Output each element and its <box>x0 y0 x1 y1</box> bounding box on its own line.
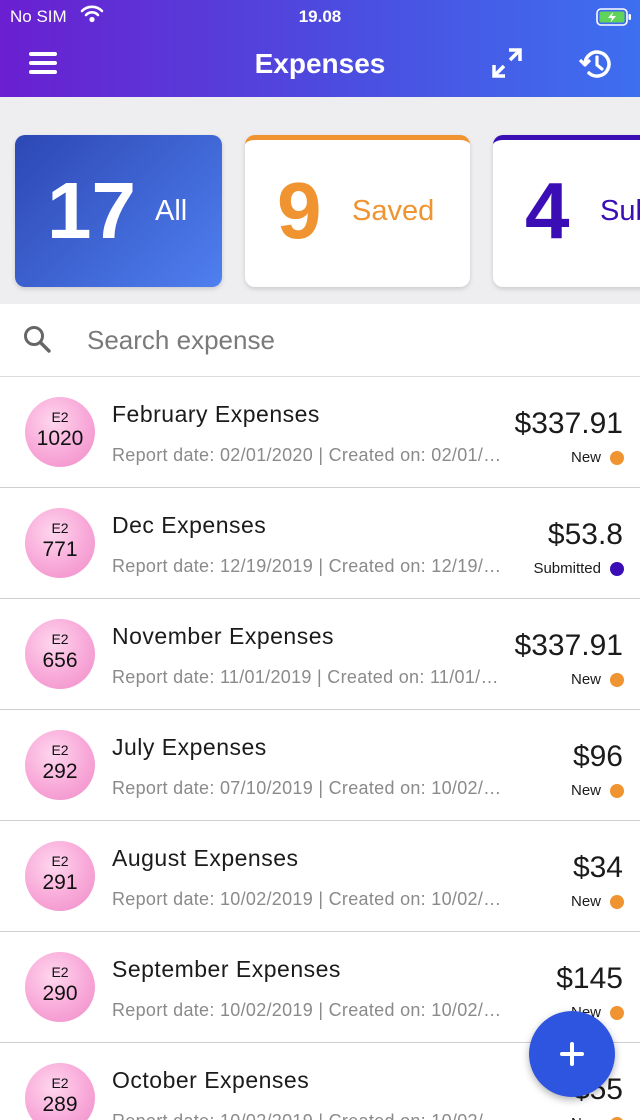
avatar-number: 291 <box>42 871 78 894</box>
expense-list: E2 1020 February Expenses Report date: 02/0… <box>0 377 640 1120</box>
search-bar <box>0 304 640 377</box>
expense-avatar: E2 292 <box>25 730 95 800</box>
expense-dates: Report date: 10/02/2019 | Created on: 10… <box>112 1000 504 1020</box>
expense-row[interactable]: E2 1020 February Expenses Report date: 02/0… <box>0 377 640 488</box>
page-title: Expenses <box>254 48 386 79</box>
plus-icon <box>560 1042 584 1066</box>
expense-dates: Report date: 07/10/2019 | Created on: 10… <box>112 778 504 798</box>
status-label: New <box>570 671 601 688</box>
expense-avatar: E2 771 <box>25 508 95 578</box>
expense-amount: $337.91 <box>514 629 623 662</box>
expense-avatar: E2 290 <box>25 952 95 1022</box>
avatar-number: 771 <box>42 538 78 561</box>
expense-dates: Report date: 12/19/2019 | Created on: 12… <box>112 556 504 576</box>
avatar-number: 292 <box>42 760 78 783</box>
expense-row[interactable]: E2 656 November Expenses Report date: 11/01… <box>0 599 640 710</box>
status-label: New <box>570 782 601 799</box>
expense-status: New <box>571 671 624 688</box>
search-icon <box>22 324 52 359</box>
avatar-number: 1020 <box>36 427 84 450</box>
status-label: New <box>571 1115 601 1120</box>
status-time: 19.08 <box>298 7 342 26</box>
expense-dates: Report date: 10/02/2019 | Created on: 10… <box>112 1111 504 1120</box>
card-label: All <box>155 195 188 227</box>
expense-row[interactable]: E2 771 Dec Expenses Report date: 12/19/2019… <box>0 488 640 599</box>
expense-status: New <box>571 449 624 466</box>
status-dot <box>610 450 624 465</box>
filter-card-submitted[interactable]: 4 Submitted <box>493 135 640 287</box>
add-expense-button[interactable] <box>529 1011 615 1097</box>
filter-card-saved[interactable]: 9 Saved <box>245 135 470 287</box>
status-label: New <box>570 893 601 910</box>
card-count: 9 <box>277 166 322 255</box>
expense-dates: Report date: 10/02/2019 | Created on: 10… <box>112 889 504 909</box>
avatar-number: 290 <box>42 982 78 1005</box>
filter-card-all[interactable]: 17 All <box>15 135 222 287</box>
search-input[interactable] <box>87 320 607 360</box>
expense-dates: Report date: 11/01/2019 | Created on: 11… <box>112 667 504 687</box>
expense-title: Dec Expenses <box>112 512 267 538</box>
card-label: Saved <box>352 195 435 227</box>
expense-title: November Expenses <box>112 623 334 649</box>
card-count: 17 <box>47 166 136 255</box>
card-count: 4 <box>525 166 570 255</box>
expense-amount: $53.8 <box>547 518 623 551</box>
status-dot <box>610 894 624 909</box>
avatar-prefix: E2 <box>51 742 69 758</box>
card-label: Submitted <box>600 195 640 227</box>
expense-status: New <box>571 1115 624 1120</box>
avatar-number: 656 <box>42 649 78 672</box>
expense-amount: $337.91 <box>514 407 623 440</box>
expense-status: Submitted <box>533 560 624 577</box>
avatar-prefix: E2 <box>51 409 69 425</box>
expense-row[interactable]: E2 291 August Expenses Report date: 10/02/2… <box>0 821 640 932</box>
avatar-prefix: E2 <box>51 853 69 869</box>
battery-icon <box>596 8 632 31</box>
app-header: No SIM 19.08 Expenses <box>0 0 640 97</box>
expense-amount: $96 <box>572 740 623 773</box>
avatar-number: 289 <box>42 1093 78 1116</box>
avatar-prefix: E2 <box>51 964 69 980</box>
expense-row[interactable]: E2 292 July Expenses Report date: 07/10/201… <box>0 710 640 821</box>
status-filter-cards: 17 All 9 Saved 4 Submitted <box>0 97 640 304</box>
status-dot <box>610 561 624 576</box>
avatar-prefix: E2 <box>51 631 69 647</box>
expense-avatar: E2 656 <box>25 619 95 689</box>
expense-amount: $145 <box>556 962 623 995</box>
history-icon[interactable] <box>578 46 612 80</box>
expense-avatar: E2 291 <box>25 841 95 911</box>
expense-status: New <box>571 893 624 910</box>
expense-title: September Expenses <box>112 956 341 982</box>
expense-title: August Expenses <box>112 845 299 871</box>
expense-avatar: E2 1020 <box>25 397 95 467</box>
status-dot <box>610 1116 624 1120</box>
status-label: Submitted <box>533 560 601 577</box>
status-dot <box>610 783 624 798</box>
status-label: New <box>570 449 601 466</box>
avatar-prefix: E2 <box>51 1075 69 1091</box>
expense-avatar: E2 289 <box>25 1063 95 1120</box>
status-bar: No SIM 19.08 <box>0 0 640 34</box>
expense-status: New <box>571 782 624 799</box>
expense-amount: $34 <box>572 851 623 884</box>
expand-icon[interactable] <box>490 46 524 80</box>
status-dot <box>610 672 624 687</box>
avatar-prefix: E2 <box>51 520 69 536</box>
expense-title: October Expenses <box>112 1067 310 1093</box>
expense-dates: Report date: 02/01/2020 | Created on: 02… <box>112 445 504 465</box>
status-dot <box>610 1005 624 1020</box>
expense-title: February Expenses <box>112 401 320 427</box>
expense-title: July Expenses <box>112 734 267 760</box>
